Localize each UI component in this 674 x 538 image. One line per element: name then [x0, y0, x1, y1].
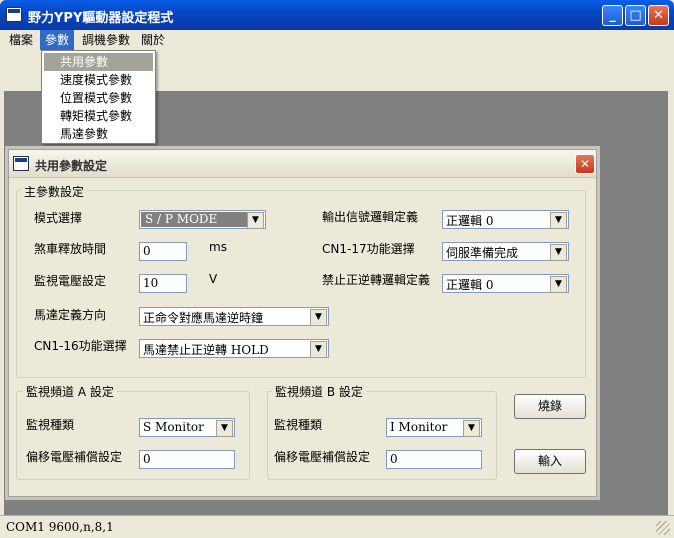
output-signal-logic-value: 正邏輯 0	[446, 214, 494, 228]
monitor-b-offset-label: 偏移電壓補償設定	[274, 450, 371, 464]
monitor-voltage-label: 監視電壓設定	[34, 274, 107, 288]
main-parameters-group-title: 主參數設定	[21, 183, 88, 200]
chevron-down-icon[interactable]: ▼	[550, 276, 567, 293]
monitor-voltage-input[interactable]: 10	[139, 274, 187, 293]
voltage-unit-label: V	[209, 272, 218, 286]
cn1-17-function-label: CN1-17功能選擇	[322, 242, 415, 256]
cn1-16-function-select[interactable]: 馬達禁止正逆轉 HOLD ▼	[139, 339, 329, 358]
monitor-channel-a-title: 監視頻道 A 設定	[23, 383, 117, 400]
motor-direction-select[interactable]: 正命令對應馬達逆時鐘 ▼	[139, 307, 329, 326]
close-button[interactable]: ✕	[648, 5, 669, 26]
monitor-b-type-select[interactable]: I Monitor ▼	[386, 418, 482, 437]
monitor-channel-b-title: 監視頻道 B 設定	[272, 383, 366, 400]
output-signal-logic-select[interactable]: 正邏輯 0 ▼	[442, 210, 569, 229]
minimize-button[interactable]: _	[602, 5, 623, 26]
input-button[interactable]: 輸入	[514, 449, 586, 474]
output-signal-logic-label: 輸出信號邏輯定義	[322, 210, 419, 224]
dialog-window-icon[interactable]	[13, 156, 29, 171]
brake-unit-label: ms	[209, 240, 227, 254]
window-title: 野力YPY驅動器設定程式	[28, 11, 174, 26]
status-text: COM1 9600,n,8,1	[6, 520, 114, 534]
resize-grip-icon[interactable]	[656, 521, 670, 535]
chevron-down-icon[interactable]: ▼	[310, 341, 327, 358]
mode-select-value: S / P MODE	[141, 212, 253, 227]
chevron-down-icon[interactable]: ▼	[550, 244, 567, 261]
menu-file[interactable]: 檔案	[4, 30, 38, 50]
chevron-down-icon[interactable]: ▼	[550, 212, 567, 229]
maximize-button[interactable]: □	[625, 5, 646, 26]
title-bar: 野力YPY驅動器設定程式 _ □ ✕	[0, 0, 674, 30]
dialog-title: 共用參數設定	[35, 159, 108, 173]
monitor-b-offset-input[interactable]: 0	[386, 450, 482, 469]
cn1-17-function-select[interactable]: 伺服準備完成 ▼	[442, 242, 569, 261]
brake-release-time-label: 煞車釋放時間	[34, 242, 107, 256]
cn1-17-function-value: 伺服準備完成	[446, 246, 519, 260]
common-parameters-dialog: 共用參數設定 ✕ 主參數設定 模式選擇 S / P MODE ▼ 煞車釋放時間 …	[8, 149, 597, 497]
monitor-a-type-select[interactable]: S Monitor ▼	[139, 418, 235, 437]
menu-tuning-parameters[interactable]: 調機參數	[77, 30, 135, 50]
dialog-close-button[interactable]: ✕	[575, 154, 595, 174]
forbid-rotation-logic-select[interactable]: 正邏輯 0 ▼	[442, 274, 569, 293]
app-window-icon[interactable]	[6, 7, 22, 22]
forbid-rotation-logic-label: 禁止正逆轉邏輯定義	[322, 273, 431, 287]
menu-item-common-parameters[interactable]: 共用參數	[44, 53, 153, 71]
menu-item-position-mode-parameters[interactable]: 位置模式參數	[44, 89, 153, 107]
menu-about[interactable]: 關於	[136, 30, 170, 50]
monitor-a-offset-label: 偏移電壓補償設定	[26, 450, 123, 464]
cn1-16-function-label: CN1-16功能選擇	[34, 339, 127, 353]
menu-item-torque-mode-parameters[interactable]: 轉矩模式參數	[44, 107, 153, 125]
burn-button[interactable]: 燒錄	[514, 394, 586, 419]
monitor-b-type-value: I Monitor	[390, 420, 448, 434]
monitor-a-type-label: 監視種類	[26, 418, 75, 432]
menu-item-motor-parameters[interactable]: 馬達參數	[44, 125, 153, 143]
menu-parameters[interactable]: 參數	[40, 30, 75, 50]
motor-direction-label: 馬達定義方向	[34, 308, 107, 322]
chevron-down-icon[interactable]: ▼	[310, 309, 327, 326]
monitor-a-type-value: S Monitor	[143, 420, 204, 434]
forbid-rotation-logic-value: 正邏輯 0	[446, 278, 494, 292]
status-bar: COM1 9600,n,8,1	[0, 515, 674, 538]
dialog-title-bar: 共用參數設定 ✕	[9, 150, 596, 178]
monitor-a-offset-input[interactable]: 0	[139, 450, 235, 469]
cn1-16-function-value: 馬達禁止正逆轉 HOLD	[143, 343, 269, 357]
menu-bar: 檔案 參數 調機參數 關於	[0, 30, 674, 50]
parameters-dropdown-menu: 共用參數 速度模式參數 位置模式參數 轉矩模式參數 馬達參數	[41, 50, 156, 144]
menu-item-speed-mode-parameters[interactable]: 速度模式參數	[44, 71, 153, 89]
brake-release-time-input[interactable]: 0	[139, 242, 187, 261]
monitor-b-type-label: 監視種類	[274, 418, 323, 432]
mode-select[interactable]: S / P MODE ▼	[139, 210, 266, 229]
mode-label: 模式選擇	[34, 211, 83, 225]
chevron-down-icon[interactable]: ▼	[463, 420, 480, 437]
chevron-down-icon[interactable]: ▼	[247, 212, 264, 229]
chevron-down-icon[interactable]: ▼	[216, 420, 233, 437]
motor-direction-value: 正命令對應馬達逆時鐘	[143, 311, 264, 325]
